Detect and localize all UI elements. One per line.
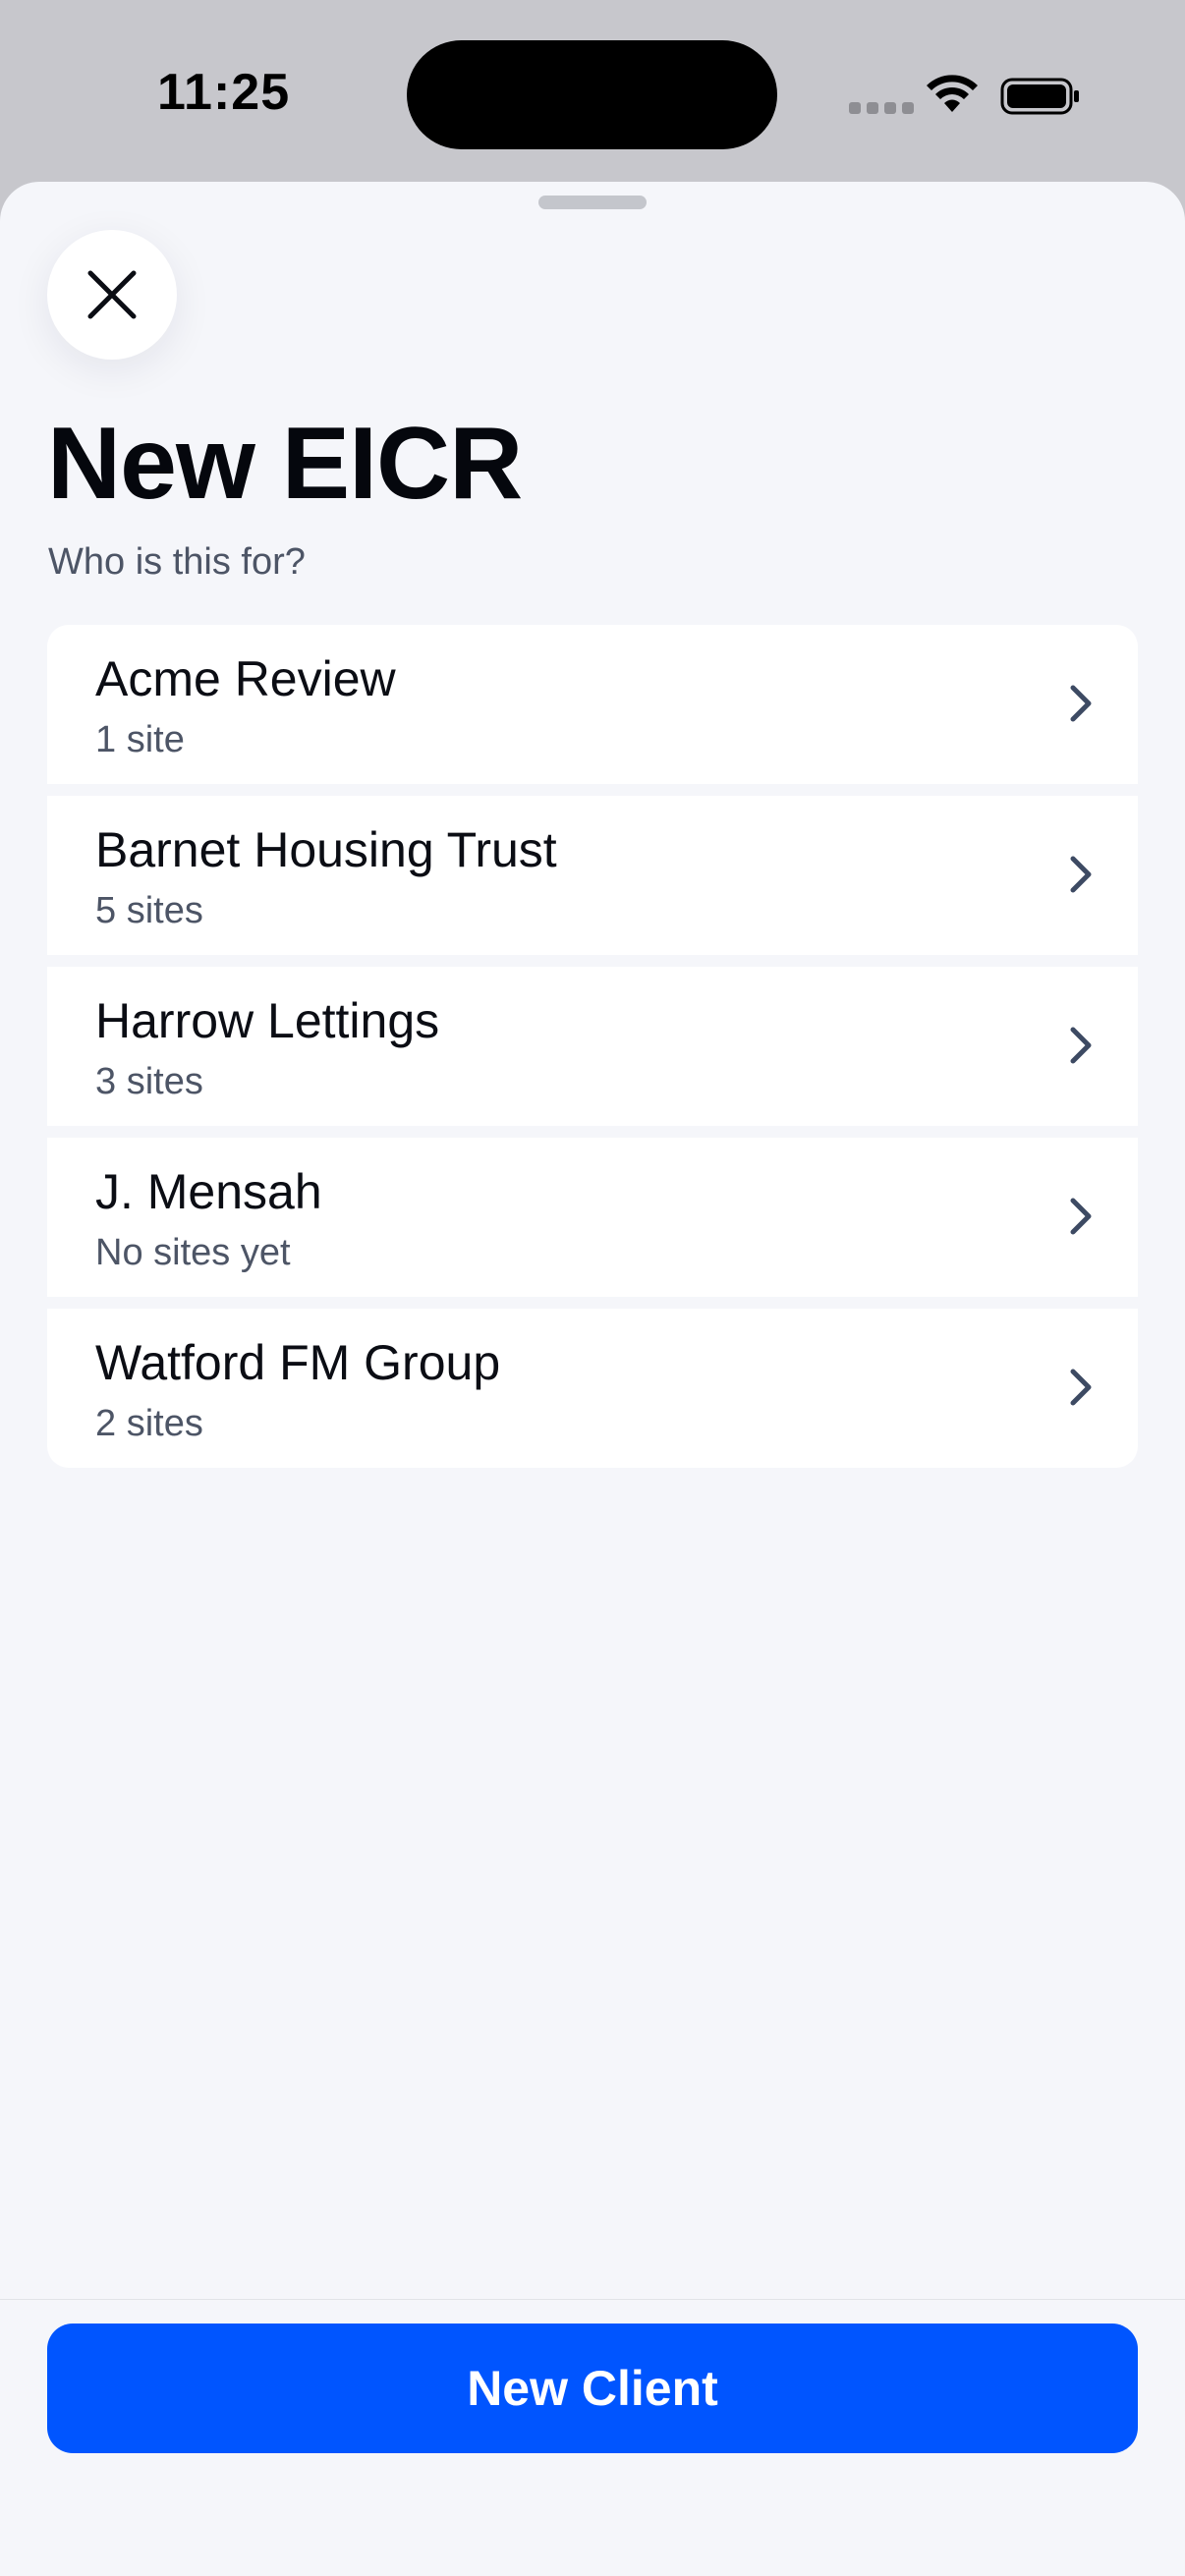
wifi-icon <box>927 75 978 112</box>
sheet-grabber[interactable] <box>538 196 647 209</box>
chevron-right-icon <box>1070 1027 1092 1064</box>
client-name: Harrow Lettings <box>95 993 440 1048</box>
bottom-action-bar: New Client <box>0 2299 1185 2576</box>
client-site-count: 1 site <box>95 719 185 760</box>
client-site-count: 2 sites <box>95 1403 203 1444</box>
client-row-harrow-lettings[interactable]: Harrow Lettings 3 sites <box>47 967 1138 1126</box>
client-row-watford-fm-group[interactable]: Watford FM Group 2 sites <box>47 1309 1138 1468</box>
client-row-acme-review[interactable]: Acme Review 1 site <box>47 625 1138 784</box>
page-subtitle: Who is this for? <box>48 541 306 583</box>
client-site-count: 5 sites <box>95 890 203 931</box>
chevron-right-icon <box>1070 1369 1092 1406</box>
client-list: Acme Review 1 site Barnet Housing Trust … <box>47 625 1138 1468</box>
page-title: New EICR <box>47 407 523 521</box>
dynamic-island <box>407 40 777 149</box>
chevron-right-icon <box>1070 1198 1092 1235</box>
chevron-right-icon <box>1070 685 1092 722</box>
battery-icon <box>1000 78 1079 115</box>
status-bar: 11:25 <box>0 0 1185 187</box>
client-site-count: No sites yet <box>95 1232 291 1273</box>
new-client-button[interactable]: New Client <box>47 2324 1138 2453</box>
client-row-barnet-housing-trust[interactable]: Barnet Housing Trust 5 sites <box>47 796 1138 955</box>
client-name: Acme Review <box>95 651 396 706</box>
client-site-count: 3 sites <box>95 1061 203 1102</box>
status-time: 11:25 <box>157 64 291 121</box>
close-icon <box>87 270 137 319</box>
chevron-right-icon <box>1070 856 1092 893</box>
close-button[interactable] <box>47 230 177 360</box>
client-name: Barnet Housing Trust <box>95 822 557 877</box>
client-name: J. Mensah <box>95 1164 322 1219</box>
new-eicr-sheet: New EICR Who is this for? Acme Review 1 … <box>0 182 1185 2576</box>
cellular-signal-icon <box>849 102 914 114</box>
client-row-j-mensah[interactable]: J. Mensah No sites yet <box>47 1138 1138 1297</box>
client-name: Watford FM Group <box>95 1335 501 1390</box>
